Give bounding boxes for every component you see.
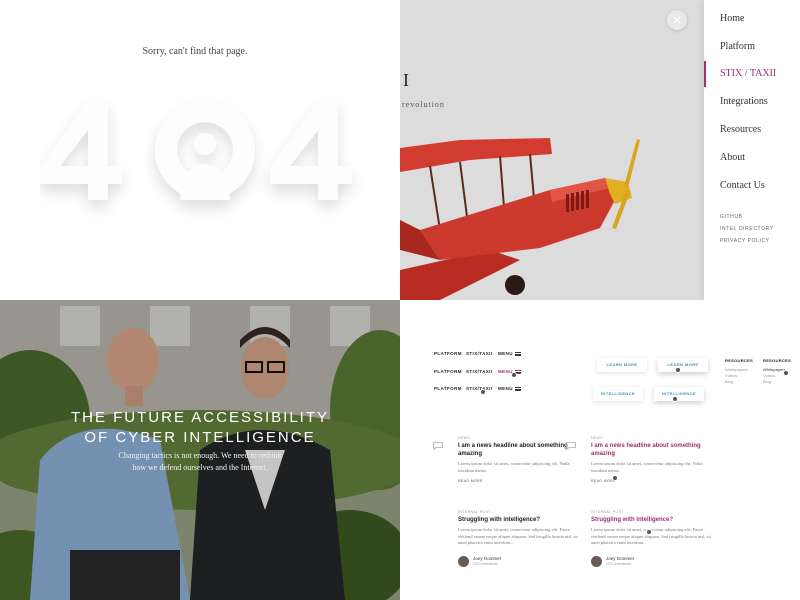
post-card-hover: INTERNAL POST Struggling with intelligen… [591, 510, 711, 568]
cursor-icon [612, 475, 618, 481]
card-title[interactable]: Struggling with intelligence? [591, 516, 711, 524]
nav-item-label: STIX / TAXII [720, 68, 777, 79]
banner-headline: THE FUTURE ACCESSIBILITY OF CYBER INTELL… [0, 408, 400, 448]
cursor-icon [675, 367, 681, 373]
side-nav-menu: Home Platform STIX / TAXII Integrations … [704, 0, 800, 300]
nav-item-label: Resources [720, 124, 762, 135]
footer-heading: RESOURCES [725, 358, 754, 363]
nav-item-resources[interactable]: Resources [704, 117, 800, 143]
cursor-icon [511, 372, 517, 378]
card-title[interactable]: I am a news headline about something ama… [591, 442, 711, 458]
news-card-hover: NEWS I am a news headline about somethin… [591, 436, 711, 483]
author-role: CEO Interstellar [606, 561, 631, 566]
cursor-icon [672, 396, 678, 402]
nav-item-stix-taxii[interactable]: STIX / TAXII [704, 61, 800, 87]
error-404-graphic [40, 100, 352, 200]
footer-column-resources: RESOURCES Whitepapers Videos Blog [725, 358, 753, 385]
card-title[interactable]: I am a news headline about something ama… [458, 442, 578, 458]
nav-item-label: Integrations [720, 96, 768, 107]
card-excerpt: Lorem ipsum dolor sit amet, consectetur … [458, 527, 578, 545]
author-name: Joey Gommer [473, 555, 502, 561]
cursor-icon [646, 529, 652, 535]
nav-item-label: Home [720, 13, 745, 24]
headline-line: OF CYBER INTELLIGENCE [84, 429, 316, 446]
chat-icon [433, 442, 443, 450]
card-category: INTERNAL POST [458, 510, 491, 514]
menu-label: MENU [498, 351, 513, 356]
menu-label: MENU [498, 386, 513, 391]
card-category: INTERNAL POST [591, 510, 624, 514]
author-block: Joey Gommer CEO Interstellar [458, 555, 578, 568]
nav-item-contact[interactable]: Contact Us [704, 173, 800, 199]
avatar [591, 555, 602, 567]
post-card: INTERNAL POST Struggling with intelligen… [458, 510, 578, 568]
mini-nav-stix[interactable]: STIX/TAXII [466, 351, 492, 356]
author-name: Joey Gommer [606, 555, 635, 561]
banner-subtext: Changing tactics is not enough. We need … [90, 450, 310, 474]
learn-more-button[interactable]: LEARN MORE [597, 358, 647, 372]
nav-item-integrations[interactable]: Integrations [704, 89, 800, 115]
nav-item-label: About [720, 152, 745, 163]
card-category: NEWS [458, 436, 471, 440]
hero-title: II [400, 70, 412, 90]
mini-nav-platform[interactable]: PLATFORM [434, 386, 462, 391]
biplane-image [400, 138, 640, 300]
author-block: Joey Gommer CEO Interstellar [591, 555, 711, 568]
learn-more-button-hover[interactable]: LEARN MORE [658, 358, 708, 372]
read-more-link[interactable]: READ MORE [591, 479, 711, 483]
cursor-icon [783, 370, 789, 376]
nav-item-label: Platform [720, 41, 755, 52]
chat-icon [566, 442, 576, 450]
error-message: Sorry, can't find that page. [142, 46, 248, 57]
footer-link[interactable]: Blog [725, 379, 753, 385]
subtext-line: Changing tactics is not enough. We need … [118, 451, 282, 460]
card-title[interactable]: Struggling with intelligence? [458, 516, 578, 524]
nav-item-platform[interactable]: Platform [704, 34, 800, 60]
nav-link-github[interactable]: GITHUB [720, 214, 743, 220]
mini-nav-menu[interactable]: MENU [498, 369, 521, 374]
hero-nav-panel: II revolution [400, 0, 800, 300]
author-role: CEO Interstellar [473, 561, 498, 566]
nav-link-intel-directory[interactable]: INTEL DIRECTORY [720, 226, 774, 232]
footer-link[interactable]: Blog [763, 379, 791, 385]
headline-line: THE FUTURE ACCESSIBILITY [70, 409, 330, 426]
hamburger-icon [514, 351, 521, 356]
mini-nav-platform[interactable]: PLATFORM [434, 369, 462, 374]
styleguide-panel: PLATFORM STIX/TAXII MENU PLATFORM STIX/T… [400, 300, 800, 600]
read-more-link[interactable]: READ MORE [458, 479, 578, 483]
close-menu-button[interactable] [667, 10, 687, 30]
footer-heading: RESOURCES [763, 358, 792, 363]
nav-item-about[interactable]: About [704, 145, 800, 171]
nav-item-home[interactable]: Home [704, 6, 800, 32]
avatar [458, 555, 469, 567]
hamburger-icon [514, 386, 521, 391]
nav-item-label: Contact Us [720, 180, 765, 191]
intelligence-button[interactable]: INTELLIGENCE [593, 387, 643, 401]
hero-subtitle: revolution [402, 100, 445, 109]
close-icon [673, 16, 681, 24]
photo-banner: THE FUTURE ACCESSIBILITY OF CYBER INTELL… [0, 300, 400, 600]
nav-link-privacy-policy[interactable]: PRIVACY POLICY [720, 238, 770, 244]
news-card: NEWS I am a news headline about somethin… [458, 436, 578, 483]
card-excerpt: Lorem ipsum dolor sit amet, consectetur … [591, 461, 703, 473]
mini-nav-menu[interactable]: MENU [498, 386, 521, 391]
cursor-icon [480, 389, 486, 395]
mini-nav-platform[interactable]: PLATFORM [434, 351, 462, 356]
subtext-line: how we defend ourselves and the Internet… [132, 463, 268, 472]
card-category: NEWS [591, 436, 604, 440]
intelligence-button-hover[interactable]: INTELLIGENCE [654, 387, 704, 401]
card-excerpt: Lorem ipsum dolor sit amet, consectetur … [458, 461, 570, 473]
error-404-panel: Sorry, can't find that page. [0, 0, 400, 300]
mini-nav-menu[interactable]: MENU [498, 351, 521, 356]
mini-nav-stix[interactable]: STIX/TAXII [466, 369, 492, 374]
